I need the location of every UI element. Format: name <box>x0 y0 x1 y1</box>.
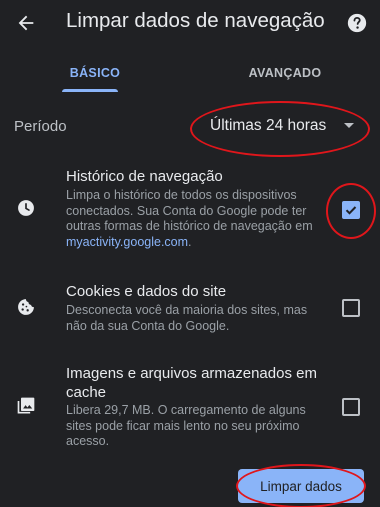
item-description: Desconecta você da maioria dos sites, ma… <box>66 303 308 333</box>
item-description-end: . <box>188 234 192 249</box>
clock-icon <box>18 200 34 216</box>
help-icon <box>347 13 367 33</box>
period-selected-value: Últimas 24 horas <box>210 117 327 134</box>
cookie-icon <box>18 299 34 315</box>
list-item-cookies[interactable]: Cookies e dados do site Desconecta você … <box>0 282 380 336</box>
clear-data-button[interactable]: Limpar dados <box>238 469 364 503</box>
check-icon <box>345 206 357 215</box>
tab-advanced[interactable]: AVANÇADO <box>232 52 338 94</box>
list-item-browsing-history[interactable]: Histórico de navegação Limpa o histórico… <box>0 166 380 256</box>
period-label: Período <box>14 118 67 135</box>
cookies-checkbox[interactable] <box>342 299 360 317</box>
help-button[interactable] <box>343 9 371 37</box>
item-title: Histórico de navegação <box>66 168 223 185</box>
tab-basic[interactable]: BÁSICO <box>42 52 148 94</box>
myactivity-link[interactable]: myactivity.google.com <box>66 235 188 249</box>
cached-images-checkbox[interactable] <box>342 398 360 416</box>
tab-selected-indicator <box>62 89 118 92</box>
item-description: Limpa o histórico de todos os dispositiv… <box>66 188 322 250</box>
page-title: Limpar dados de navegação <box>66 9 325 32</box>
clear-browsing-data-screen: Limpar dados de navegação BÁSICO AVANÇAD… <box>0 0 380 507</box>
arrow-back-icon <box>18 15 34 31</box>
list-item-cached-images[interactable]: Imagens e arquivos armazenados em cache … <box>0 364 380 448</box>
period-dropdown[interactable]: Últimas 24 horas <box>200 108 366 144</box>
tab-bar: BÁSICO AVANÇADO <box>0 52 380 94</box>
item-description: Libera 29,7 MB. O carregamento de alguns… <box>66 403 306 448</box>
back-button[interactable] <box>10 7 42 39</box>
dropdown-arrow-icon <box>344 123 354 128</box>
item-title: Cookies e dados do site <box>66 283 227 300</box>
browsing-history-checkbox[interactable] <box>342 201 360 219</box>
item-title: Imagens e arquivos armazenados em cache <box>66 365 317 401</box>
app-bar: Limpar dados de navegação <box>0 0 380 46</box>
item-description-text: Limpa o histórico de todos os dispositiv… <box>66 188 313 233</box>
image-icon <box>17 397 35 414</box>
